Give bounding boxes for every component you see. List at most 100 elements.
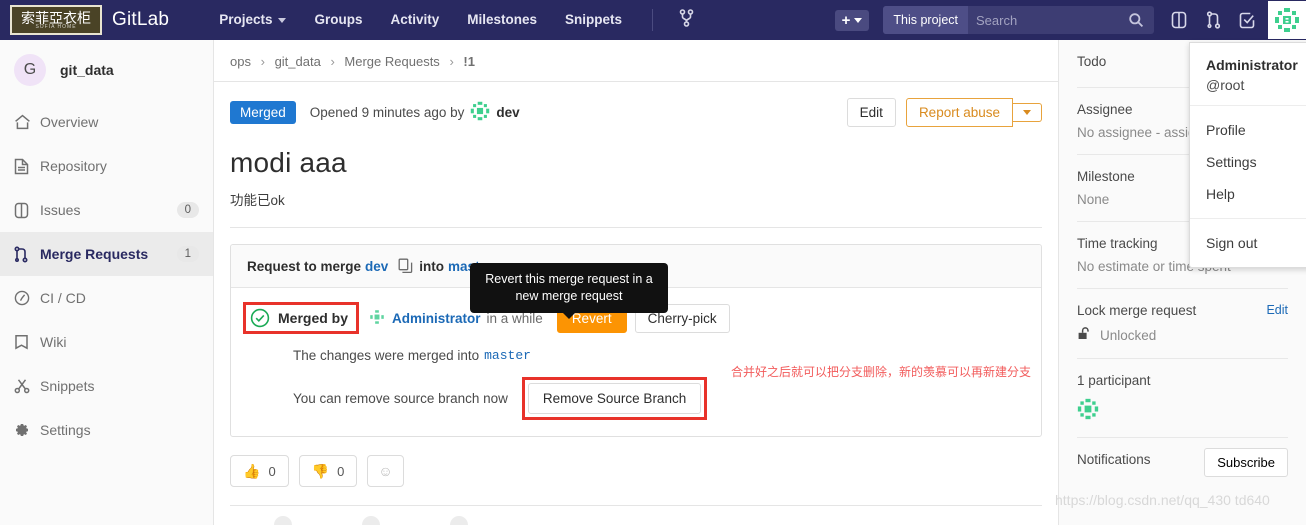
sidebar-item-issues[interactable]: Issues 0 [0,188,213,232]
nav-link-activity[interactable]: Activity [376,0,453,40]
lock-title: Lock merge request [1077,303,1197,318]
merge-request-description: 功能已ok [230,193,285,208]
thumbs-up-award-button[interactable]: 👍 0 [230,455,289,487]
user-menu-header[interactable]: Administrator @root [1190,43,1306,106]
todos-icon[interactable] [1230,0,1264,40]
merged-time: in a while [486,310,543,326]
sidebar-item-overview[interactable]: Overview [0,100,213,144]
user-menu-name: Administrator [1206,57,1298,73]
project-sidebar: G git_data Overview Repository Issues 0 … [0,40,214,525]
report-abuse-dropdown-toggle[interactable] [1013,103,1042,122]
user-menu-handle: @root [1206,77,1245,93]
gear-icon [14,422,40,438]
merged-into-branch[interactable]: master [484,348,531,363]
source-branch-link[interactable]: dev [365,259,388,274]
merge-widget-head-prefix: Request to merge [247,258,362,274]
breadcrumb-separator: › [260,54,265,69]
sidebar-item-merge-requests[interactable]: Merge Requests 1 [0,232,213,276]
rocket-icon [14,290,40,306]
new-item-button[interactable]: + [834,9,870,31]
edit-button[interactable]: Edit [846,98,896,127]
placeholder-dot [362,516,380,525]
nav-link-activity-label: Activity [390,12,440,27]
search-input[interactable] [968,6,1128,34]
breadcrumb-item-merge-requests[interactable]: Merge Requests [344,54,439,69]
placeholder-dot [274,516,292,525]
gitlab-merge-request-page: 索菲亞衣柜 SOFIA HOME GitLab Projects Groups … [0,0,1306,525]
thumbs-up-icon: 👍 [243,462,261,479]
sidebar-item-wiki[interactable]: Wiki [0,320,213,364]
subscribe-button[interactable]: Subscribe [1204,448,1288,477]
issues-icon [14,202,40,219]
breadcrumb-separator: › [330,54,335,69]
nav-link-projects-label: Projects [219,12,273,27]
user-menu-signout-group: Sign out [1190,219,1306,267]
lock-state: Unlocked [1077,326,1288,344]
status-badge: Merged [230,101,296,124]
breadcrumb: ops › git_data › Merge Requests › !1 [214,40,1058,82]
nav-link-projects[interactable]: Projects [205,0,300,40]
sidebar-item-issues-count: 0 [176,202,199,218]
top-nav-right: + This project [834,0,1306,40]
user-menu-item-sign-out[interactable]: Sign out [1190,227,1306,259]
merge-request-actions: Edit Report abuse [846,98,1042,127]
user-menu-item-settings[interactable]: Settings [1190,146,1306,178]
gitlab-brand-title[interactable]: GitLab [112,9,169,31]
nav-link-milestones[interactable]: Milestones [453,0,551,40]
nav-link-groups[interactable]: Groups [300,0,376,40]
remove-source-branch-button[interactable]: Remove Source Branch [527,383,702,414]
project-header[interactable]: G git_data [0,40,213,100]
merge-widget-details: The changes were merged into master You … [293,348,1025,420]
annotation-note: 合并好之后就可以把分支删除，新的羡慕可以再新建分支 [731,365,1032,379]
thumbs-down-count: 0 [337,463,345,479]
user-menu-item-profile[interactable]: Profile [1190,114,1306,146]
merge-widget-head-mid: into [419,258,445,274]
merged-by-highlight: Merged by [243,302,360,334]
company-logo: 索菲亞衣柜 SOFIA HOME [10,5,102,35]
lock-edit-link[interactable]: Edit [1266,303,1288,317]
page-title: modi aaa [230,147,347,178]
search-scope-button[interactable]: This project [883,6,968,34]
nav-link-snippets[interactable]: Snippets [551,0,636,40]
author-name[interactable]: dev [496,105,519,120]
fork-icon[interactable] [669,8,704,32]
breadcrumb-item-ops[interactable]: ops [230,54,251,69]
revert-tooltip-text: Revert this merge request in a new merge… [485,272,653,303]
breadcrumb-item-project[interactable]: git_data [275,54,321,69]
tooltip-arrow [563,312,575,319]
discussion-placeholder [214,506,1058,525]
sidebar-item-snippets[interactable]: Snippets [0,364,213,408]
search-icon[interactable] [1128,12,1154,28]
sidebar-item-ci-cd[interactable]: CI / CD [0,276,213,320]
revert-tooltip: Revert this merge request in a new merge… [470,263,668,319]
add-reaction-button[interactable]: ☺ [367,455,404,487]
thumbs-down-icon: 👎 [311,462,330,479]
issues-icon[interactable] [1162,0,1196,40]
user-avatar-button[interactable] [1268,1,1306,39]
sidebar-item-overview-label: Overview [40,114,99,130]
scissors-icon [14,378,40,394]
merger-name-link[interactable]: Administrator [392,311,481,326]
user-dropdown-menu: Administrator @root Profile Settings Hel… [1189,42,1306,268]
merge-request-status-row: Merged Opened 9 minutes ago by dev Edit … [214,82,1058,141]
sidebar-item-issues-label: Issues [40,202,81,218]
copy-branch-icon[interactable] [398,258,413,274]
search-bar: This project [883,6,1154,34]
remove-source-branch-text: You can remove source branch now [293,391,508,406]
merge-requests-icon[interactable] [1196,0,1230,40]
sidebar-item-snippets-label: Snippets [40,378,95,394]
sidebar-nav: Overview Repository Issues 0 Merge Reque… [0,100,213,452]
participant-avatar[interactable] [1077,398,1288,423]
thumbs-down-award-button[interactable]: 👎 0 [298,455,358,487]
report-abuse-group: Report abuse [905,98,1042,127]
user-menu-item-help[interactable]: Help [1190,178,1306,210]
sidebar-item-repository[interactable]: Repository [0,144,213,188]
company-logo-cn: 索菲亞衣柜 [21,9,91,26]
report-abuse-button[interactable]: Report abuse [905,98,1013,127]
add-reaction-icon: ☺ [378,463,393,479]
merged-into-line: The changes were merged into master [293,348,1025,363]
opened-meta: Opened 9 minutes ago by dev [310,101,520,124]
merged-into-text: The changes were merged into [293,348,480,363]
sidebar-participants-block: 1 participant [1077,359,1288,438]
sidebar-item-settings[interactable]: Settings [0,408,213,452]
